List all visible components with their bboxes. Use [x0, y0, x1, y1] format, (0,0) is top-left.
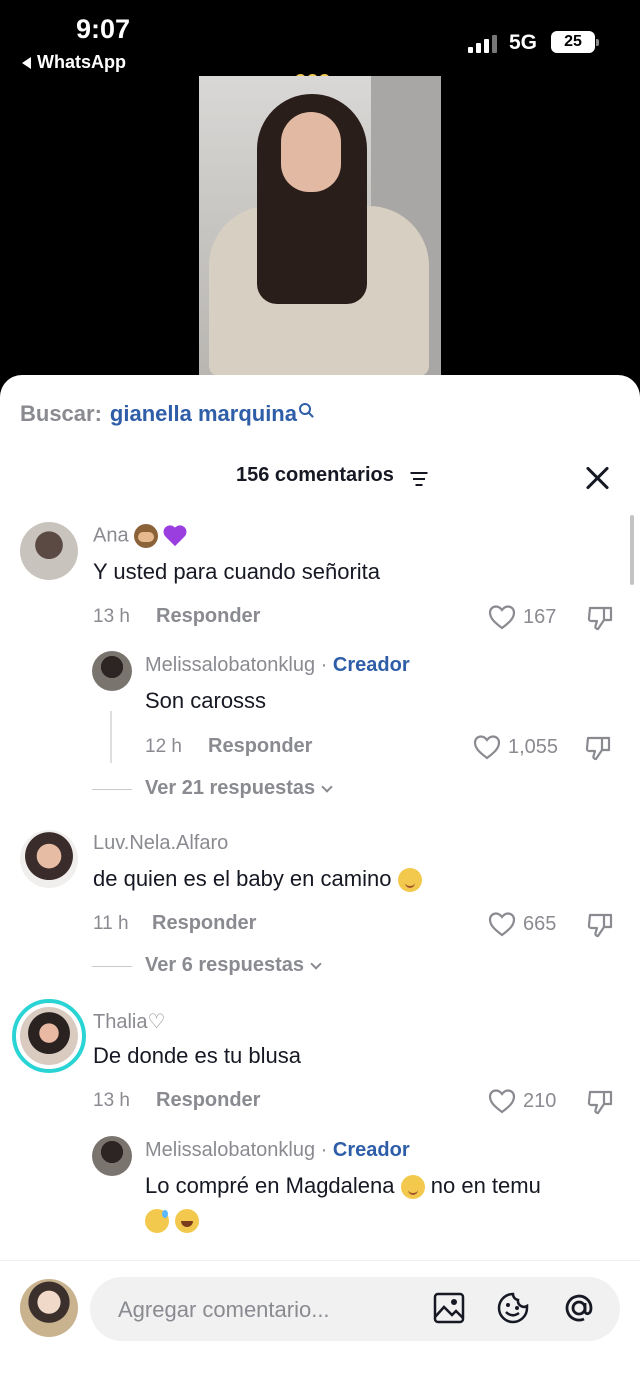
smiling-face-with-hearts-icon — [400, 1175, 425, 1200]
comment-username[interactable]: Ana — [93, 524, 188, 548]
sort-filter-icon[interactable] — [410, 472, 427, 486]
avatar[interactable] — [92, 651, 132, 691]
search-prefix: Buscar: — [20, 401, 102, 426]
smiling-face-with-hearts-icon — [397, 868, 422, 893]
reply-button[interactable]: Responder — [156, 605, 260, 628]
comment-time: 13 h — [93, 1090, 130, 1111]
comment-input-placeholder: Agregar comentario... — [118, 1297, 330, 1322]
status-time: 9:07 — [76, 14, 131, 44]
tears-of-joy-icon — [175, 1209, 200, 1234]
comment-composer: Agregar comentario... — [0, 1260, 640, 1386]
grinning-sweat-icon — [145, 1209, 169, 1234]
comment-input[interactable]: Agregar comentario... — [90, 1277, 620, 1341]
image-icon[interactable] — [432, 1291, 466, 1325]
reply-button[interactable]: Responder — [156, 1089, 260, 1112]
avatar[interactable] — [92, 1136, 132, 1176]
my-avatar[interactable] — [20, 1279, 78, 1337]
cellular-signal-icon — [468, 33, 497, 53]
comment-text: De donde es tu blusa — [93, 1043, 301, 1068]
reply-button[interactable]: Responder — [208, 735, 312, 758]
like-count: 1,055 — [508, 736, 559, 758]
avatar[interactable] — [20, 830, 78, 888]
comments-sheet: Buscar: gianella marquina 156 comentario… — [0, 375, 640, 1386]
video-preview[interactable] — [199, 76, 441, 376]
back-app-label: WhatsApp — [37, 52, 126, 72]
heart-icon[interactable] — [488, 604, 516, 630]
reply-time: 12 h — [145, 736, 182, 757]
thread-line — [110, 711, 112, 763]
comment-time: 13 h — [93, 606, 130, 627]
reply-text: Son carosss — [145, 688, 267, 713]
heart-icon[interactable] — [488, 911, 516, 937]
comment-username[interactable]: Luv.Nela.Alfaro — [93, 832, 228, 855]
reply-button[interactable]: Responder — [152, 912, 256, 935]
reply-text-emojis — [145, 1207, 200, 1234]
heart-icon[interactable] — [488, 1088, 516, 1114]
like-count: 210 — [523, 1090, 557, 1112]
view-replies-button[interactable]: Ver 6 respuestas — [145, 954, 322, 977]
battery-icon: 25 — [551, 31, 599, 53]
back-arrow-icon — [22, 56, 31, 69]
divider — [92, 966, 132, 967]
creator-badge: Creador — [332, 1139, 410, 1161]
reply-username[interactable]: Melissalobatonklug · Creador — [145, 654, 410, 677]
network-type: 5G — [509, 31, 538, 54]
search-suggestion[interactable]: Buscar: gianella marquina — [20, 401, 311, 427]
comment-text: de quien es el baby en camino — [93, 866, 422, 893]
see-no-evil-monkey-icon — [134, 524, 159, 548]
comment-text: Y usted para cuando señorita — [93, 559, 381, 584]
comments-count: 156 comentarios — [236, 464, 394, 486]
battery-level: 25 — [564, 33, 582, 50]
emoji-icon[interactable] — [496, 1291, 530, 1325]
chevron-down-icon — [321, 780, 333, 793]
search-term[interactable]: gianella marquina — [110, 401, 297, 427]
heart-icon[interactable] — [473, 734, 501, 760]
chevron-down-icon — [310, 957, 322, 970]
back-to-app-button[interactable]: WhatsApp — [22, 52, 126, 73]
dislike-icon[interactable] — [586, 1088, 614, 1116]
like-count: 167 — [523, 606, 557, 628]
divider — [92, 789, 132, 790]
avatar[interactable] — [20, 522, 78, 580]
close-button[interactable] — [584, 465, 610, 491]
purple-heart-icon — [164, 524, 188, 548]
creator-badge: Creador — [332, 654, 410, 676]
comment-username[interactable]: Thalia♡ — [93, 1009, 165, 1034]
scrollbar[interactable] — [630, 515, 634, 585]
dislike-icon[interactable] — [586, 604, 614, 632]
comments-header: 156 comentarios — [0, 463, 640, 493]
dislike-icon[interactable] — [584, 734, 612, 762]
status-bar: 9:07 WhatsApp 5G 25 — [0, 0, 640, 80]
like-count: 665 — [523, 913, 557, 935]
avatar[interactable] — [20, 1007, 78, 1065]
reply-username[interactable]: Melissalobatonklug · Creador — [145, 1139, 410, 1162]
comment-time: 11 h — [93, 913, 129, 934]
reply-text: Lo compré en Magdalena no en temu — [145, 1173, 541, 1200]
dislike-icon[interactable] — [586, 911, 614, 939]
view-replies-button[interactable]: Ver 21 respuestas — [145, 777, 333, 800]
search-icon — [298, 403, 311, 415]
mention-icon[interactable] — [562, 1291, 596, 1325]
